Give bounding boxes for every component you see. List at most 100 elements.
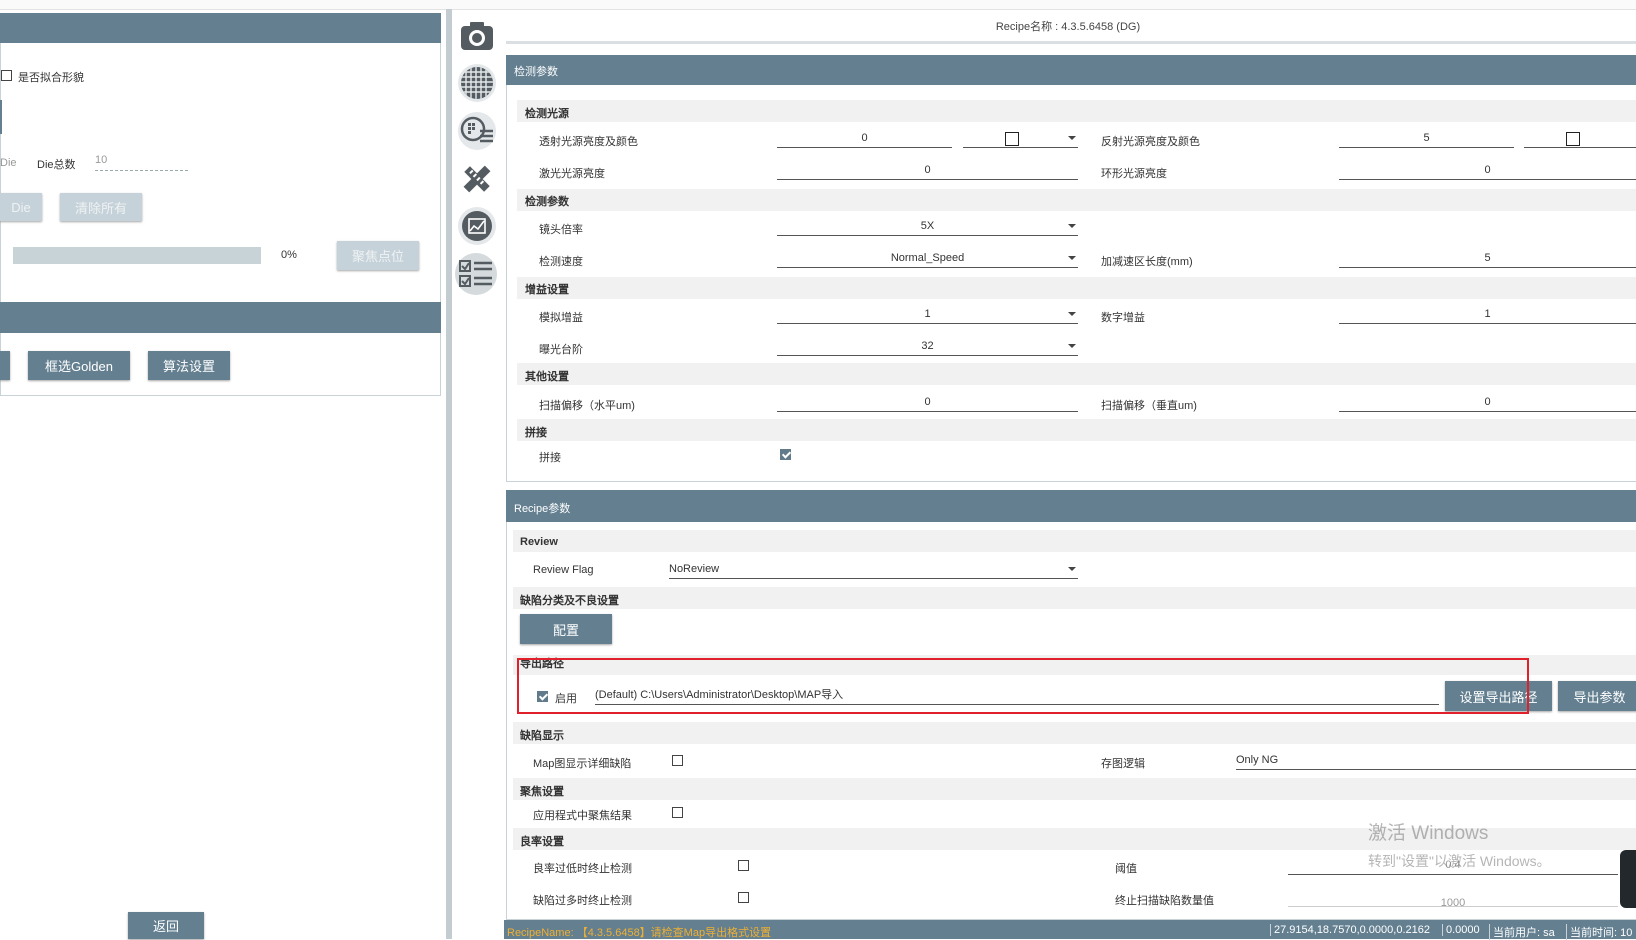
- transmit-color-select[interactable]: [963, 129, 1078, 148]
- speed-select[interactable]: Normal_Speed: [777, 249, 1078, 268]
- offset-h-label: 扫描偏移（水平um): [539, 400, 635, 412]
- offset-h-field[interactable]: 0: [777, 393, 1078, 412]
- highlight-box: [517, 658, 1529, 714]
- offset-v-value: 0: [1484, 396, 1491, 408]
- ruler-pencil-icon[interactable]: [458, 160, 496, 198]
- lens-value: 5X: [920, 220, 935, 232]
- transmit-color-swatch: [1005, 132, 1019, 146]
- stitch-checkbox[interactable]: [780, 449, 791, 460]
- focus-point-button[interactable]: 聚焦点位: [337, 241, 419, 270]
- status-coords: 27.9154,18.7570,0.0000,0.2162: [1270, 924, 1430, 936]
- save-logic-label: 存图逻辑: [1101, 758, 1145, 770]
- save-logic-select[interactable]: Only NG: [1236, 751, 1636, 770]
- back-button[interactable]: 返回: [128, 912, 204, 939]
- yield-low-label: 良率过低时终止检测: [533, 863, 632, 875]
- lens-label: 镜头倍率: [539, 224, 583, 236]
- partial-left-button[interactable]: [0, 351, 10, 380]
- chevron-down-icon: [1068, 136, 1076, 140]
- activation-watermark: 激活 Windows 转到"设置"以激活 Windows。: [1368, 818, 1551, 871]
- yield-section-title: 良率设置: [520, 836, 564, 848]
- reflect-color-select[interactable]: [1524, 129, 1636, 148]
- clear-all-button[interactable]: 清除所有: [60, 193, 142, 221]
- die-button[interactable]: Die: [0, 193, 42, 221]
- digital-gain-label: 数字增益: [1101, 312, 1145, 324]
- select-golden-button[interactable]: 框选Golden: [28, 351, 130, 380]
- chevron-down-icon: [1068, 344, 1076, 348]
- exposure-value: 32: [921, 340, 934, 352]
- transmit-field[interactable]: 0: [777, 129, 952, 148]
- laser-field[interactable]: 0: [777, 161, 1078, 180]
- algo-settings-button[interactable]: 算法设置: [148, 351, 230, 380]
- config-button[interactable]: 配置: [520, 614, 612, 644]
- apply-focus-label: 应用程式中聚焦结果: [533, 810, 632, 822]
- lens-select[interactable]: 5X: [777, 217, 1078, 236]
- section-bg: [513, 778, 1636, 800]
- export-params-button[interactable]: 导出参数: [1558, 681, 1636, 711]
- section-bg: [517, 419, 1636, 441]
- ring-value: 0: [1484, 164, 1491, 176]
- accel-value: 5: [1484, 252, 1491, 264]
- panel-divider[interactable]: [446, 9, 452, 939]
- side-handle[interactable]: [1620, 850, 1636, 908]
- stitch-label: 拼接: [539, 452, 561, 464]
- progress-bar: [13, 247, 261, 264]
- map-detail-checkbox[interactable]: [672, 755, 683, 766]
- watermark-line2: 转到"设置"以激活 Windows。: [1368, 853, 1551, 869]
- chevron-down-icon: [1068, 256, 1076, 260]
- chevron-down-icon: [1068, 312, 1076, 316]
- light-section-title: 检测光源: [525, 108, 569, 120]
- reflect-value: 5: [1423, 132, 1430, 144]
- wafer-list-icon[interactable]: [458, 112, 496, 150]
- reflect-field[interactable]: 5: [1339, 129, 1514, 148]
- analog-gain-value: 1: [924, 308, 931, 320]
- section-bg: [517, 363, 1636, 385]
- top-strip: [0, 0, 1636, 10]
- speed-label: 检测速度: [539, 256, 583, 268]
- review-flag-value: NoReview: [669, 563, 720, 575]
- save-logic-value: Only NG: [1236, 754, 1279, 766]
- section-bg: [513, 587, 1636, 609]
- left-panel-header-1: [0, 13, 441, 43]
- die-total-value: 10: [95, 154, 108, 166]
- gain-section-title: 增益设置: [525, 284, 569, 296]
- accel-field[interactable]: 5: [1339, 249, 1636, 268]
- digital-gain-select[interactable]: 1: [1339, 305, 1636, 324]
- left-blue-marker: [0, 100, 2, 134]
- fit-shape-checkbox[interactable]: [1, 70, 12, 81]
- stop-count-value: 1000: [1440, 897, 1466, 909]
- die-total-field[interactable]: 10: [95, 150, 188, 171]
- stitch-section-title: 拼接: [525, 427, 547, 439]
- left-panel-header-2: [0, 302, 441, 333]
- transmit-label: 透射光源亮度及颜色: [539, 136, 638, 148]
- threshold-label: 阈值: [1115, 863, 1137, 875]
- review-flag-label: Review Flag: [533, 564, 594, 576]
- apply-focus-checkbox[interactable]: [672, 807, 683, 818]
- offset-v-label: 扫描偏移（垂直um): [1101, 400, 1197, 412]
- reflect-label: 反射光源亮度及颜色: [1101, 136, 1200, 148]
- offset-v-field[interactable]: 0: [1339, 393, 1636, 412]
- map-detail-label: Map图显示详细缺陷: [533, 758, 632, 770]
- defect-many-label: 缺陷过多时终止检测: [533, 895, 632, 907]
- ring-field[interactable]: 0: [1339, 161, 1636, 180]
- fit-shape-label: 是否拟合形貌: [18, 72, 84, 84]
- transmit-value: 0: [861, 132, 868, 144]
- defect-many-checkbox[interactable]: [738, 892, 749, 903]
- yield-low-checkbox[interactable]: [738, 860, 749, 871]
- status-time: 当前时间: 10: [1566, 924, 1632, 940]
- detection-header: 检测参数: [506, 55, 1636, 85]
- defect-display-section-title: 缺陷显示: [520, 730, 564, 742]
- defect-section-title: 缺陷分类及不良设置: [520, 595, 619, 607]
- status-recipe-name: RecipeName: 【4.3.5.6458】请检查Map导出格式设置: [507, 927, 772, 939]
- stop-count-field[interactable]: 1000: [1288, 888, 1618, 909]
- exposure-select[interactable]: 32: [777, 337, 1078, 356]
- image-chart-icon[interactable]: [458, 207, 496, 245]
- digital-gain-value: 1: [1484, 308, 1491, 320]
- camera-icon[interactable]: [458, 17, 496, 55]
- focus-section-title: 聚焦设置: [520, 786, 564, 798]
- checklist-icon[interactable]: [455, 253, 497, 295]
- section-bg: [517, 189, 1636, 211]
- analog-gain-select[interactable]: 1: [777, 305, 1078, 324]
- review-flag-select[interactable]: NoReview: [669, 560, 1078, 579]
- wafer-grid-icon[interactable]: [458, 64, 496, 102]
- analog-gain-label: 模拟增益: [539, 312, 583, 324]
